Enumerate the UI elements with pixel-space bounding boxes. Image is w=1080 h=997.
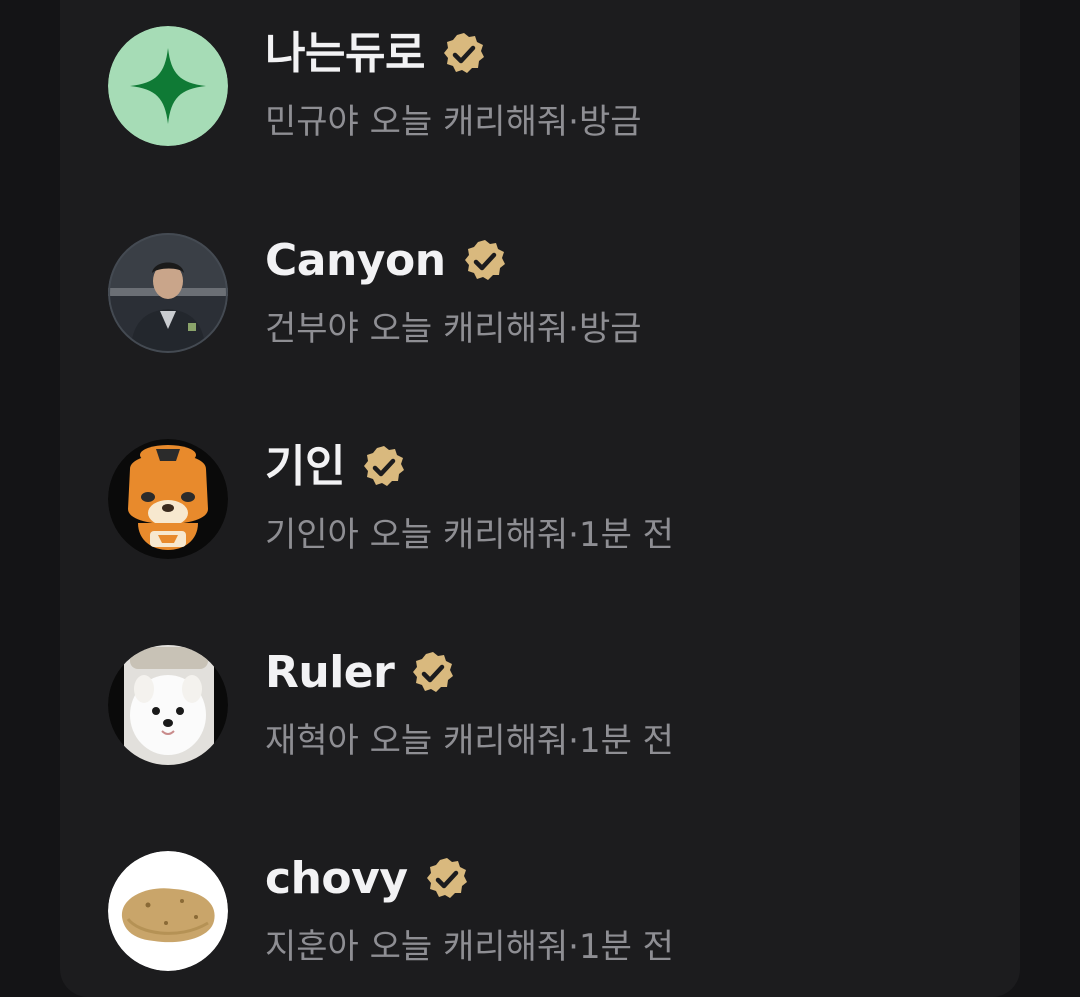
tiger-mascot-avatar[interactable] (108, 439, 228, 559)
message-text: 민규야 오늘 캐리해줘 (265, 102, 569, 142)
verified-badge-icon (426, 858, 467, 898)
verified-badge-icon (413, 652, 454, 692)
list-item[interactable]: 기인 기인아 오늘 캐리해줘·1분 전 (108, 439, 988, 559)
separator-dot: · (568, 515, 579, 555)
verified-badge-icon (363, 446, 404, 486)
notification-text: 기인아 오늘 캐리해줘·1분 전 (265, 515, 674, 555)
user-name[interactable]: chovy (265, 855, 408, 903)
verified-badge-icon (464, 240, 505, 280)
user-name[interactable]: 나는듀로 (265, 30, 425, 78)
user-name[interactable]: Canyon (265, 237, 446, 285)
message-text: 재혁아 오늘 캐리해줘 (265, 721, 569, 761)
list-item[interactable]: 나는듀로 민규야 오늘 캐리해줘·방금 (108, 26, 988, 146)
separator-dot: · (568, 309, 579, 349)
verified-badge-icon (443, 33, 484, 73)
notification-text: 민규야 오늘 캐리해줘·방금 (265, 102, 642, 142)
notification-text: 재혁아 오늘 캐리해줘·1분 전 (265, 721, 674, 761)
user-name[interactable]: Ruler (265, 649, 395, 697)
potato-avatar[interactable] (108, 851, 228, 971)
message-text: 건부야 오늘 캐리해줘 (265, 309, 569, 349)
notification-text: 지훈아 오늘 캐리해줘·1분 전 (265, 927, 674, 967)
separator-dot: · (568, 102, 579, 142)
timestamp: 1분 전 (578, 721, 674, 761)
separator-dot: · (568, 927, 579, 967)
white-puppy-avatar[interactable] (108, 645, 228, 765)
timestamp: 1분 전 (578, 927, 674, 967)
message-text: 지훈아 오늘 캐리해줘 (265, 927, 569, 967)
timestamp: 방금 (578, 102, 642, 142)
notification-text: 건부야 오늘 캐리해줘·방금 (265, 309, 642, 349)
green-sparkle-avatar[interactable] (108, 26, 228, 146)
message-text: 기인아 오늘 캐리해줘 (265, 515, 569, 555)
separator-dot: · (568, 721, 579, 761)
user-name[interactable]: 기인 (265, 443, 345, 491)
list-item[interactable]: Ruler 재혁아 오늘 캐리해줘·1분 전 (108, 645, 988, 765)
timestamp: 1분 전 (578, 515, 674, 555)
timestamp: 방금 (578, 309, 642, 349)
person-photo-avatar[interactable] (108, 233, 228, 353)
list-item[interactable]: chovy 지훈아 오늘 캐리해줘·1분 전 (108, 851, 988, 971)
list-item[interactable]: Canyon 건부야 오늘 캐리해줘·방금 (108, 233, 988, 353)
